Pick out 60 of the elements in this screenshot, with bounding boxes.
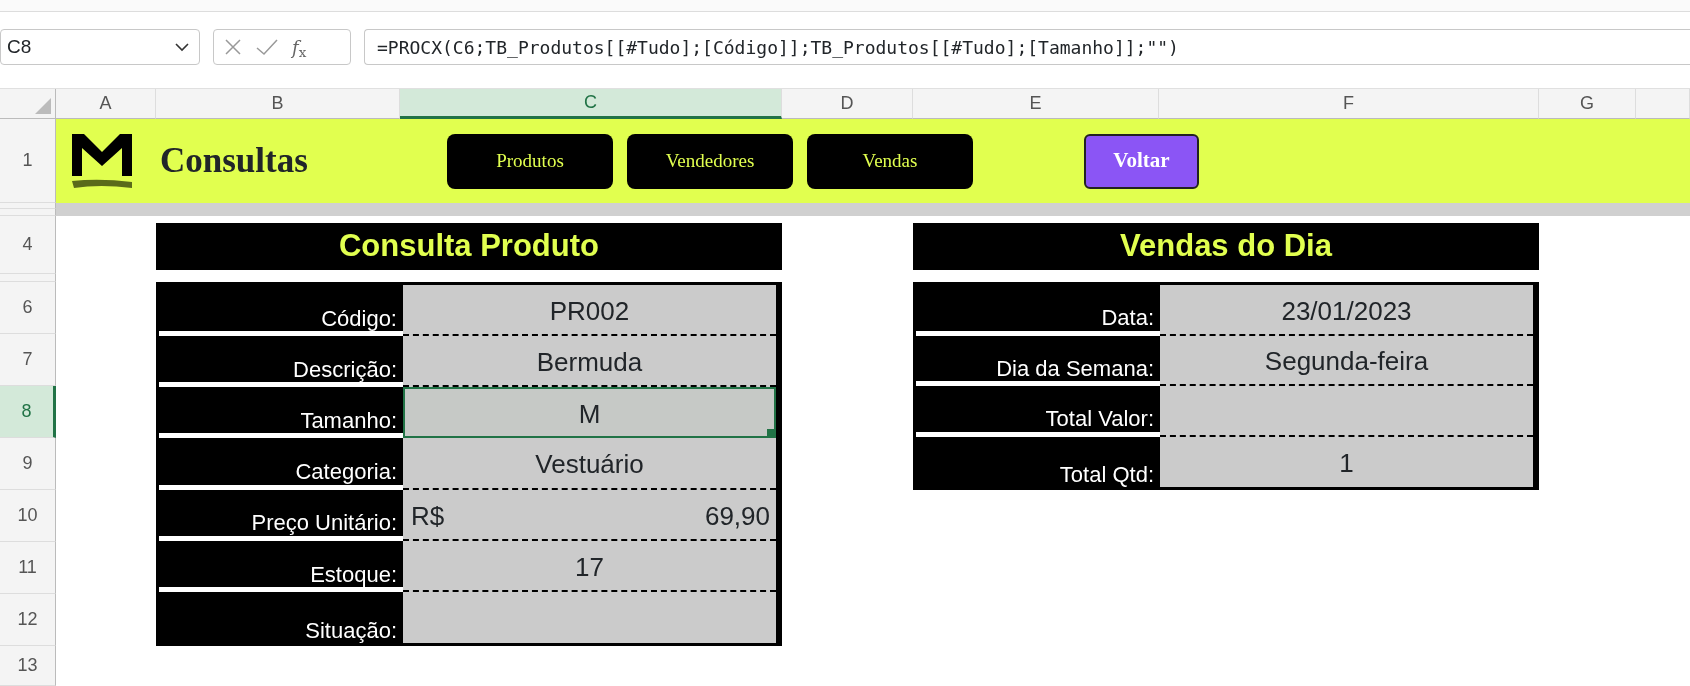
value-text: 1: [1339, 447, 1354, 481]
currency-symbol: R$: [411, 499, 445, 533]
field-label: Total Qtd:: [1058, 460, 1155, 487]
panel-title: Vendas do Dia: [913, 223, 1539, 270]
field-value[interactable]: M: [403, 387, 776, 439]
row-header[interactable]: 4: [0, 216, 56, 274]
panel-title: Consulta Produto: [156, 223, 782, 270]
field-value[interactable]: Vestuário: [403, 438, 776, 490]
select-all-icon[interactable]: [35, 98, 51, 114]
field-value[interactable]: 23/01/2023: [1160, 285, 1533, 336]
column-header[interactable]: B: [156, 89, 400, 119]
column-header[interactable]: C: [400, 89, 782, 119]
value-text: PR002: [549, 295, 630, 329]
name-box[interactable]: C8: [0, 29, 200, 65]
back-button[interactable]: Voltar: [1084, 133, 1199, 189]
row-header[interactable]: 12: [0, 594, 56, 646]
column-header[interactable]: D: [782, 89, 913, 119]
field-value[interactable]: PR002: [403, 285, 776, 337]
row-header[interactable]: [0, 203, 56, 209]
nav-button[interactable]: Vendedores: [627, 133, 793, 189]
field-value[interactable]: 17: [403, 540, 776, 592]
row-header[interactable]: 6: [0, 282, 56, 334]
value-text: M: [578, 398, 601, 432]
field-value[interactable]: [403, 591, 776, 643]
value-text: 23/01/2023: [1281, 294, 1412, 328]
row-header[interactable]: [0, 274, 56, 282]
cancel-icon[interactable]: [224, 38, 242, 56]
field-label: Situação:: [304, 616, 398, 643]
value-text: Vestuário: [535, 448, 644, 482]
row-header[interactable]: [0, 209, 56, 216]
row-header[interactable]: 13: [0, 646, 56, 686]
row-header[interactable]: 9: [0, 438, 56, 490]
caret-icon[interactable]: [175, 42, 189, 52]
page-title: Consultas: [160, 139, 309, 182]
row-header[interactable]: 1: [0, 119, 56, 203]
field-value[interactable]: Segunda-feira: [1160, 335, 1533, 386]
column-header[interactable]: G: [1539, 89, 1636, 119]
row-header[interactable]: 8: [0, 386, 56, 438]
row-header[interactable]: 7: [0, 334, 56, 386]
row-header[interactable]: 11: [0, 542, 56, 594]
value-text: Bermuda: [536, 346, 643, 380]
price-amount: 69,90: [704, 499, 770, 533]
column-header[interactable]: A: [56, 89, 156, 119]
formula-field[interactable]: =PROCX(C6;TB_Produtos[[#Tudo];[Código]];TB_Produtos[[#Tudo];[Tamanho]];""): [364, 29, 1690, 65]
field-value[interactable]: Bermuda: [403, 336, 776, 388]
logo-icon: [70, 132, 135, 190]
column-header[interactable]: [1636, 89, 1690, 119]
nav-button[interactable]: Vendas: [807, 133, 973, 189]
value-text: Segunda-feira: [1264, 345, 1429, 379]
fill-handle[interactable]: [767, 429, 774, 437]
nav-button[interactable]: Produtos: [447, 133, 613, 189]
field-value[interactable]: R$ 69,90: [403, 489, 776, 541]
field-value[interactable]: [1160, 386, 1533, 437]
column-header[interactable]: E: [913, 89, 1159, 119]
insert-function-button[interactable]: f$_{x}$: [292, 33, 307, 61]
row-header[interactable]: 10: [0, 490, 56, 542]
column-header[interactable]: F: [1159, 89, 1539, 119]
check-icon[interactable]: [256, 38, 278, 56]
field-value[interactable]: 1: [1160, 436, 1533, 487]
value-text: 17: [575, 550, 604, 584]
